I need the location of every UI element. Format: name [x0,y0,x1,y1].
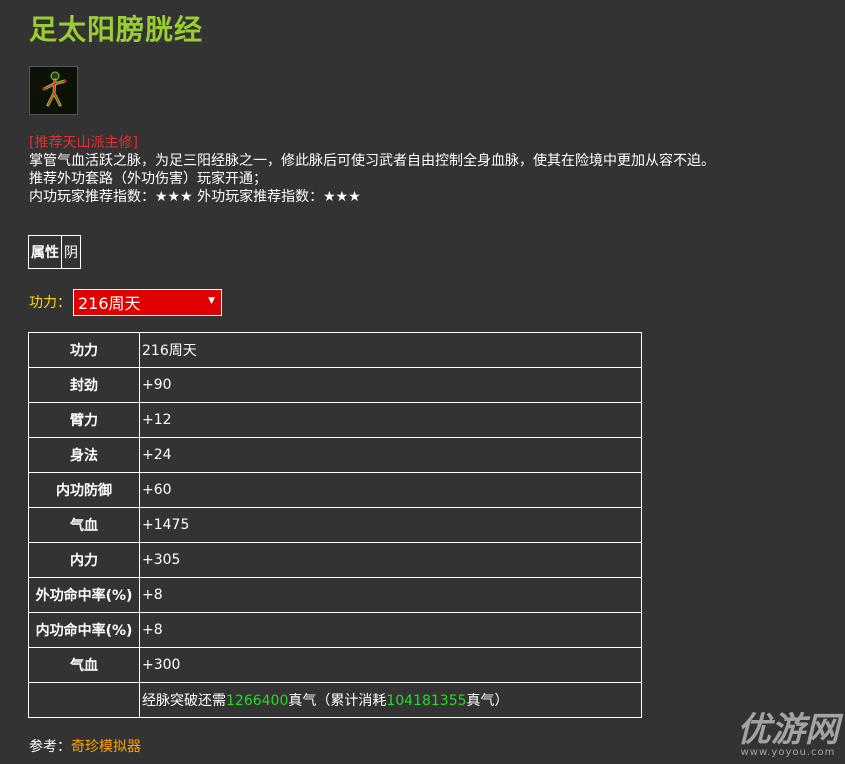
meridian-body-icon [29,66,78,115]
recommend-tag: [推荐天山派主修] [29,135,138,151]
simulator-link[interactable]: 奇珍模拟器 [71,739,141,755]
breakthrough-total: 104181355 [386,693,467,709]
power-label: 功力： [29,295,71,311]
stat-key: 身法 [28,437,140,473]
table-row: 气血 +300 [28,647,642,683]
table-row: 臂力 +12 [28,402,642,438]
table-row: 外功命中率(%) +8 [28,577,642,613]
stat-value: +8 [139,577,642,613]
stat-value: +8 [139,612,642,648]
stat-value: +90 [139,367,642,403]
stat-value: +305 [139,542,642,578]
attribute-label: 属性 [28,235,62,269]
stat-key: 内功命中率(%) [28,612,140,648]
stat-key: 臂力 [28,402,140,438]
table-row: 功力 216周天 [28,332,642,368]
stat-value: +300 [139,647,642,683]
stat-key: 内力 [28,542,140,578]
description: [推荐天山派主修] 掌管气血活跃之脉，为足三阳经脉之一，修此脉后可使习武者自由控… [29,134,715,206]
stat-value: 216周天 [139,332,642,368]
stat-key: 内功防御 [28,472,140,508]
breakthrough-mid: 真气（累计消耗 [288,693,387,709]
watermark-main: 优游网 [737,710,839,750]
attribute-value: 阴 [61,235,81,269]
breakthrough-text: 经脉突破还需1266400真气（累计消耗104181355真气） [139,682,642,718]
description-line: 内功玩家推荐指数：★★★ 外功玩家推荐指数：★★★ [29,189,361,205]
description-line: 推荐外功套路（外功伤害）玩家开通； [29,171,267,187]
chevron-down-icon: ▼ [208,295,215,306]
breakthrough-suffix: 真气） [466,693,509,709]
table-row: 封劲 +90 [28,367,642,403]
stat-key: 外功命中率(%) [28,577,140,613]
stat-value: +60 [139,472,642,508]
stat-value: +1475 [139,507,642,543]
watermark-logo: 优游网 www.yoyou.com [737,713,839,758]
page-title: 足太阳膀胱经 [29,13,204,46]
reference: 参考：奇珍模拟器 [29,736,141,756]
power-select[interactable]: 216周天 ▼ [73,288,222,316]
power-row: 功力： 216周天 ▼ [29,288,222,316]
table-row: 内功防御 +60 [28,472,642,508]
table-row: 气血 +1475 [28,507,642,543]
description-line: 掌管气血活跃之脉，为足三阳经脉之一，修此脉后可使习武者自由控制全身血脉，使其在险… [29,153,715,169]
table-row: 身法 +24 [28,437,642,473]
stats-table: 功力 216周天 封劲 +90 臂力 +12 身法 +24 内功防御 +60 气血 +147… [28,332,642,718]
stat-key: 气血 [28,507,140,543]
power-selected-value: 216周天 [78,294,141,313]
stat-value: +12 [139,402,642,438]
stat-key: 气血 [28,647,140,683]
stat-key: 功力 [28,332,140,368]
empty-cell [28,682,140,718]
breakthrough-prefix: 经脉突破还需 [142,693,226,709]
breakthrough-needed: 1266400 [226,693,289,709]
attribute-table: 属性 阴 [28,235,81,269]
reference-label: 参考： [29,739,71,755]
stat-value: +24 [139,437,642,473]
watermark-sub: www.yoyou.com [740,747,836,758]
table-row: 内力 +305 [28,542,642,578]
breakthrough-row: 经脉突破还需1266400真气（累计消耗104181355真气） [28,682,642,718]
stat-key: 封劲 [28,367,140,403]
table-row: 内功命中率(%) +8 [28,612,642,648]
